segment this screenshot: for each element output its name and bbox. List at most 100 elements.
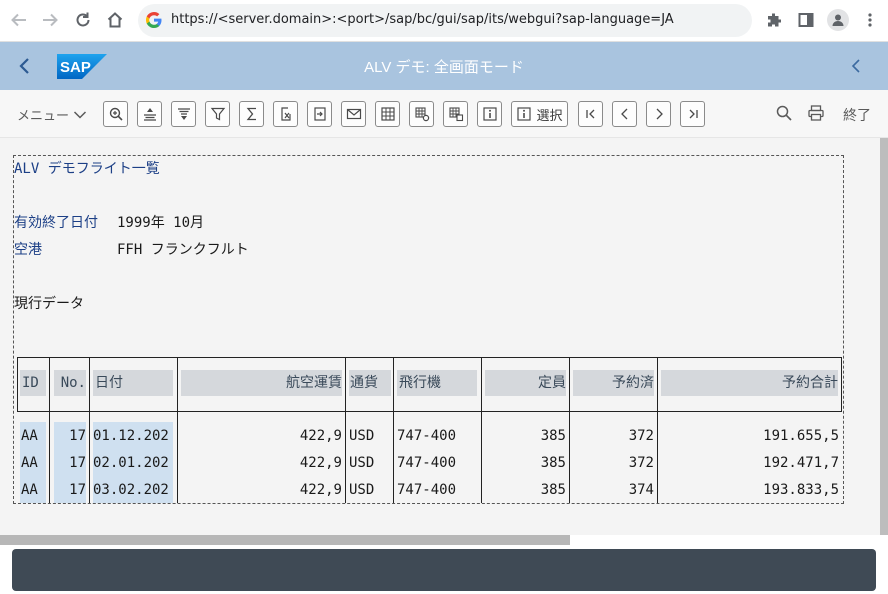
cell-airfare: 422,9	[299, 482, 342, 498]
browser-reload-icon[interactable]	[71, 8, 95, 32]
sap-shell-header: SAP ALV デモ: 全画面モード	[0, 42, 888, 90]
alv-list-output: ALV デモフライト一覧 有効終了日付 1999年 10月 空港 FFH フラン…	[13, 155, 844, 504]
info-icon	[482, 107, 497, 121]
report-area: ALV デモフライト一覧 有効終了日付 1999年 10月 空港 FFH フラン…	[0, 138, 880, 535]
column-header-capacity[interactable]: 定員	[485, 370, 566, 396]
mail-icon	[346, 108, 361, 120]
cell-date: 01.12.202	[93, 428, 169, 444]
browser-toolbar: https://<server.domain>:<port>/sap/bc/gu…	[0, 0, 888, 42]
details-button[interactable]	[103, 101, 128, 127]
cell-total: 191.655,5	[763, 428, 839, 444]
zoom-icon	[109, 107, 123, 121]
cell-aircraft: 747-400	[397, 428, 457, 444]
select-layout-button[interactable]	[443, 101, 468, 127]
column-header-aircraft[interactable]: 飛行機	[397, 370, 477, 396]
cell-airfare: 422,9	[299, 428, 342, 444]
sort-ascending-button[interactable]	[137, 101, 162, 127]
sort-descending-button[interactable]	[171, 101, 196, 127]
cell-no: 17	[69, 482, 86, 498]
cell-id: AA	[21, 455, 38, 471]
cell-occupied: 372	[628, 455, 654, 471]
cell-occupied: 372	[628, 428, 654, 444]
subtotal-button[interactable]	[273, 101, 298, 127]
cell-id: AA	[21, 428, 38, 444]
exit-button[interactable]: 終了	[843, 105, 871, 125]
cell-capacity: 385	[540, 428, 566, 444]
first-page-button[interactable]	[578, 101, 603, 127]
filter-icon	[210, 107, 225, 121]
layout-settings-icon	[414, 107, 429, 122]
last-page-icon	[689, 109, 698, 119]
cell-total: 192.471,7	[763, 455, 839, 471]
sigma-icon	[246, 107, 256, 121]
browser-back-icon[interactable]	[7, 8, 31, 32]
cell-no: 17	[69, 455, 86, 471]
date-value: 1999年 10月	[117, 215, 205, 231]
search-icon[interactable]	[775, 104, 793, 126]
layout-settings-button[interactable]	[409, 101, 434, 127]
table-row[interactable]: AA 17 03.02.202 422,9 USD 747-400 385 37…	[14, 477, 843, 503]
column-header-occupied[interactable]: 予約済	[573, 370, 654, 396]
chevron-left-icon[interactable]	[848, 56, 864, 76]
cell-occupied: 374	[628, 482, 654, 498]
cell-aircraft: 747-400	[397, 455, 457, 471]
vertical-scrollbar[interactable]	[880, 138, 888, 535]
browser-forward-icon[interactable]	[38, 8, 62, 32]
first-page-icon	[585, 109, 594, 119]
info-button[interactable]	[477, 101, 502, 127]
print-preview-button[interactable]	[307, 101, 332, 127]
cell-date: 02.01.202	[93, 455, 169, 471]
cell-total: 193.833,5	[763, 482, 839, 498]
google-icon	[146, 12, 162, 28]
select-label: 選択	[536, 107, 563, 123]
column-header-total[interactable]: 予約合計	[661, 370, 838, 396]
print-icon[interactable]	[807, 104, 825, 126]
last-page-button[interactable]	[680, 101, 705, 127]
layout-select-icon	[448, 107, 463, 122]
extensions-icon[interactable]	[763, 9, 785, 31]
next-page-button[interactable]	[646, 101, 671, 127]
cell-id: AA	[21, 482, 38, 498]
footer-bar	[12, 549, 876, 591]
cell-date: 03.02.202	[93, 482, 169, 498]
chevron-left-icon	[620, 108, 627, 120]
column-header-id[interactable]: ID	[20, 370, 46, 396]
previous-page-button[interactable]	[612, 101, 637, 127]
info-icon	[517, 107, 532, 121]
column-header-no[interactable]: No.	[54, 370, 86, 396]
cell-currency: USD	[349, 428, 375, 444]
date-label: 有効終了日付	[14, 215, 98, 231]
cell-currency: USD	[349, 482, 375, 498]
column-header-date[interactable]: 日付	[93, 370, 173, 396]
sort-ascending-icon	[143, 108, 156, 121]
report-title: ALV デモフライト一覧	[14, 161, 160, 177]
page-title: ALV デモ: 全画面モード	[364, 59, 524, 76]
cell-capacity: 385	[540, 455, 566, 471]
profile-avatar-icon[interactable]	[827, 9, 849, 31]
select-button[interactable]: 選択	[511, 101, 568, 127]
chevron-down-icon	[73, 110, 87, 119]
horizontal-scrollbar-thumb[interactable]	[0, 535, 570, 545]
side-panel-icon[interactable]	[795, 9, 817, 31]
sort-descending-icon	[177, 108, 190, 120]
filter-button[interactable]	[205, 101, 230, 127]
cell-capacity: 385	[540, 482, 566, 498]
browser-home-icon[interactable]	[103, 8, 127, 32]
application-toolbar: メニュー 選択 終了	[0, 90, 888, 138]
menu-button[interactable]: メニュー	[17, 105, 87, 124]
cell-no: 17	[69, 428, 86, 444]
spreadsheet-button[interactable]	[375, 101, 400, 127]
cell-currency: USD	[349, 455, 375, 471]
send-mail-button[interactable]	[341, 101, 366, 127]
column-header-airfare[interactable]: 航空運賃	[181, 370, 342, 396]
table-row[interactable]: AA 17 01.12.202 422,9 USD 747-400 385 37…	[14, 423, 843, 450]
browser-menu-icon[interactable]	[859, 9, 881, 31]
chevron-right-icon	[656, 108, 663, 120]
url-text: https://<server.domain>:<port>/sap/bc/gu…	[171, 12, 674, 27]
menu-label: メニュー	[17, 108, 70, 123]
column-header-currency[interactable]: 通貨	[349, 370, 391, 396]
grid-icon	[380, 107, 395, 121]
total-button[interactable]	[239, 101, 264, 127]
table-row[interactable]: AA 17 02.01.202 422,9 USD 747-400 385 37…	[14, 450, 843, 477]
address-bar[interactable]: https://<server.domain>:<port>/sap/bc/gu…	[138, 4, 752, 37]
